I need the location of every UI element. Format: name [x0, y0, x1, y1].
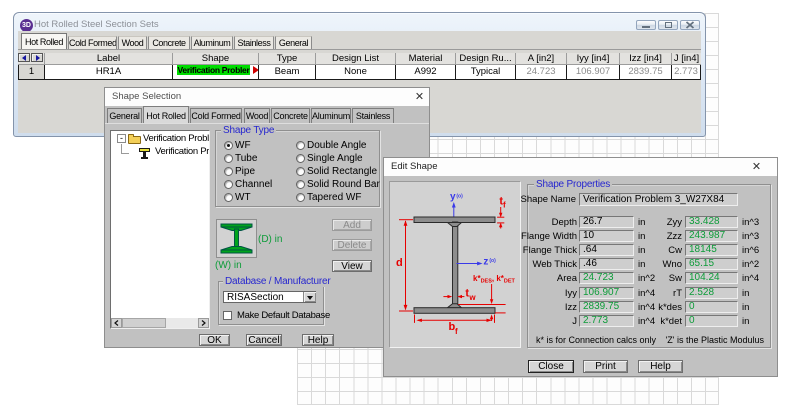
svg-text:z: z: [483, 256, 488, 267]
svg-text:f: f: [503, 201, 506, 210]
svg-text:w: w: [468, 293, 476, 302]
svg-text:(o): (o): [456, 193, 463, 199]
svg-text:f: f: [455, 327, 458, 336]
svg-text:d: d: [396, 257, 403, 269]
svg-text:y: y: [450, 192, 456, 203]
